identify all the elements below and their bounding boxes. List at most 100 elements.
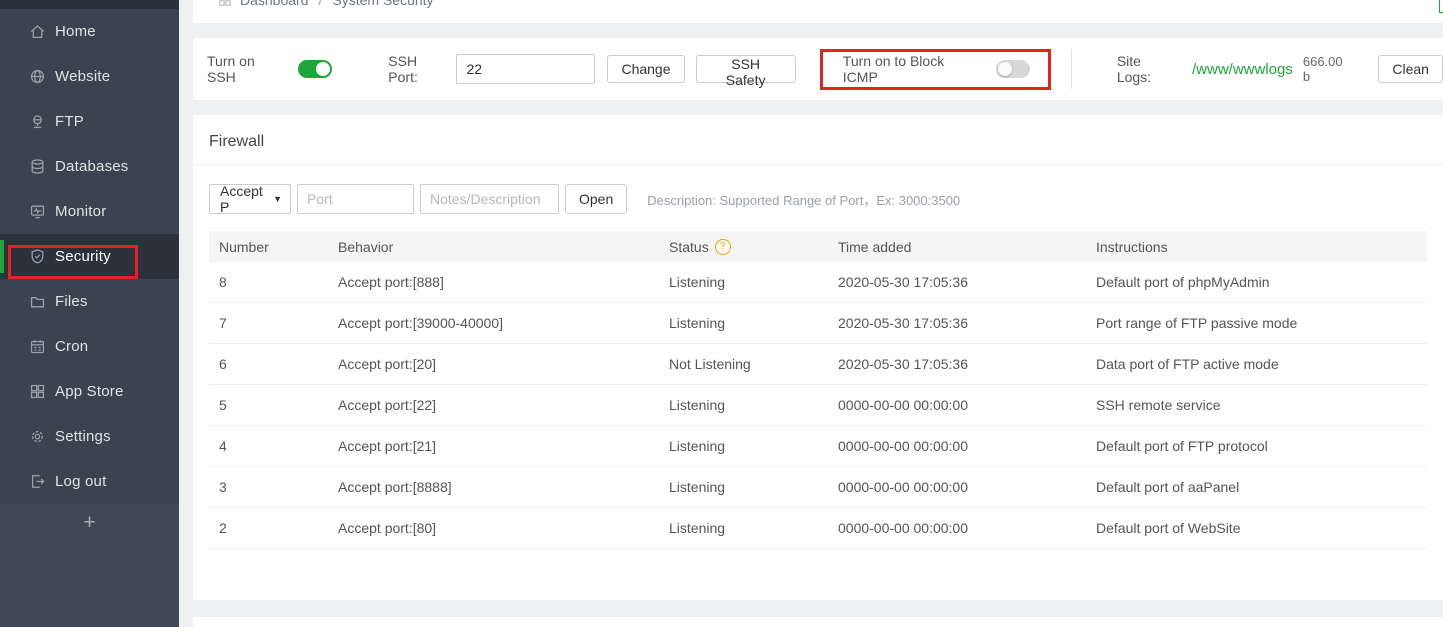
cell-time: 0000-00-00 00:00:00	[828, 438, 1086, 454]
table-row: 8 Accept port:[888] Listening 2020-05-30…	[209, 262, 1427, 303]
vertical-divider	[1071, 49, 1072, 89]
ssh-toggle-label: Turn on SSH	[207, 53, 287, 85]
cell-number: 4	[209, 438, 328, 454]
ssh-port-label: SSH Port:	[388, 53, 450, 85]
header-status-label: Status	[669, 239, 709, 255]
cell-instructions: Default port of aaPanel	[1086, 479, 1427, 495]
sidebar-item-label: FTP	[55, 113, 84, 130]
breadcrumb-bar: Dashboard / System Security	[193, 0, 1443, 23]
cell-time: 2020-05-30 17:05:36	[828, 274, 1086, 290]
cell-time: 0000-00-00 00:00:00	[828, 397, 1086, 413]
database-icon	[29, 158, 46, 175]
cell-number: 5	[209, 397, 328, 413]
firewall-table: Number Behavior Status ? Time added Inst…	[209, 231, 1427, 549]
sidebar-item-monitor[interactable]: Monitor	[0, 189, 179, 234]
site-logs-path-link[interactable]: /www/wwwlogs	[1192, 61, 1293, 78]
grid-icon	[29, 383, 46, 400]
sidebar-item-label: Website	[55, 68, 110, 85]
cell-number: 2	[209, 520, 328, 536]
cell-instructions: Data port of FTP active mode	[1086, 356, 1427, 372]
clean-logs-button[interactable]: Clean	[1378, 55, 1443, 83]
table-row: 2 Accept port:[80] Listening 0000-00-00 …	[209, 508, 1427, 549]
sidebar-item-databases[interactable]: Databases	[0, 144, 179, 189]
table-row: 7 Accept port:[39000-40000] Listening 20…	[209, 303, 1427, 344]
port-input[interactable]	[297, 184, 414, 214]
sidebar-item-security[interactable]: Security	[0, 234, 179, 279]
search-logs-input[interactable]	[1439, 0, 1443, 13]
ftp-icon	[29, 113, 46, 130]
chevron-down-icon: ▼	[273, 194, 282, 204]
sidebar-item-settings[interactable]: Settings	[0, 414, 179, 459]
cell-instructions: Port range of FTP passive mode	[1086, 315, 1427, 331]
sidebar-menu: Home Website FTP Databases Monitor Secur…	[0, 9, 179, 504]
sidebar-item-home[interactable]: Home	[0, 9, 179, 54]
cell-number: 6	[209, 356, 328, 372]
add-shortcut-button[interactable]: +	[0, 508, 179, 538]
gear-icon	[29, 428, 46, 445]
cell-time: 2020-05-30 17:05:36	[828, 315, 1086, 331]
cell-behavior: Accept port:[888]	[328, 274, 659, 290]
breadcrumb-current-page: System Security	[332, 0, 433, 8]
calendar-icon	[29, 338, 46, 355]
icmp-toggle[interactable]	[996, 60, 1030, 78]
annotation-box-icmp: Turn on to Block ICMP	[820, 49, 1051, 90]
sidebar-item-ftp[interactable]: FTP	[0, 99, 179, 144]
dashboard-grid-icon	[218, 0, 232, 7]
sidebar-item-label: Home	[55, 23, 96, 40]
sidebar-item-label: Cron	[55, 338, 88, 355]
cell-status: Listening	[659, 315, 828, 331]
sidebar: Home Website FTP Databases Monitor Secur…	[0, 0, 179, 627]
accept-port-select-value: Accept P	[220, 183, 267, 215]
cell-instructions: Default port of phpMyAdmin	[1086, 274, 1427, 290]
sidebar-item-app-store[interactable]: App Store	[0, 369, 179, 414]
cell-status: Listening	[659, 479, 828, 495]
port-range-description: Description: Supported Range of Port，Ex:…	[647, 190, 960, 209]
firewall-panel: Firewall Accept P ▼ Open Description: Su…	[193, 115, 1443, 600]
sidebar-item-log-out[interactable]: Log out	[0, 459, 179, 504]
monitor-icon	[29, 203, 46, 220]
cell-status: Listening	[659, 274, 828, 290]
globe-icon	[29, 68, 46, 85]
sidebar-item-label: Monitor	[55, 203, 106, 220]
breadcrumb: Dashboard / System Security	[218, 0, 434, 8]
ssh-safety-button[interactable]: SSH Safety	[696, 55, 796, 83]
header-instructions: Instructions	[1086, 239, 1427, 255]
firewall-form: Accept P ▼ Open Description: Supported R…	[209, 184, 1427, 214]
sidebar-item-website[interactable]: Website	[0, 54, 179, 99]
sidebar-logo-strip	[0, 0, 179, 9]
sidebar-item-label: Log out	[55, 473, 106, 490]
header-number: Number	[209, 239, 328, 255]
sidebar-item-label: Settings	[55, 428, 111, 445]
sidebar-item-cron[interactable]: Cron	[0, 324, 179, 369]
icmp-toggle-label: Turn on to Block ICMP	[843, 53, 983, 85]
cell-instructions: Default port of FTP protocol	[1086, 438, 1427, 454]
ssh-port-input[interactable]	[456, 54, 595, 84]
table-row: 5 Accept port:[22] Listening 0000-00-00 …	[209, 385, 1427, 426]
header-time-added: Time added	[828, 239, 1086, 255]
notes-input[interactable]	[420, 184, 559, 214]
cell-status: Not Listening	[659, 356, 828, 372]
next-panel-edge	[193, 617, 1443, 627]
breadcrumb-dashboard-link[interactable]: Dashboard	[240, 0, 309, 8]
table-row: 4 Accept port:[21] Listening 0000-00-00 …	[209, 426, 1427, 467]
cell-behavior: Accept port:[20]	[328, 356, 659, 372]
accept-port-select[interactable]: Accept P ▼	[209, 184, 291, 214]
site-logs-size: 666.00 b	[1303, 54, 1354, 84]
sidebar-item-files[interactable]: Files	[0, 279, 179, 324]
logout-icon	[29, 473, 46, 490]
cell-time: 2020-05-30 17:05:36	[828, 356, 1086, 372]
sidebar-item-label: Files	[55, 293, 88, 310]
header-status: Status ?	[659, 239, 828, 255]
cell-time: 0000-00-00 00:00:00	[828, 520, 1086, 536]
table-row: 6 Accept port:[20] Not Listening 2020-05…	[209, 344, 1427, 385]
ssh-toggle[interactable]	[298, 60, 332, 78]
home-icon	[29, 23, 46, 40]
change-port-button[interactable]: Change	[607, 55, 684, 83]
open-port-button[interactable]: Open	[565, 184, 627, 214]
cell-number: 7	[209, 315, 328, 331]
cell-number: 3	[209, 479, 328, 495]
shield-icon	[29, 248, 46, 265]
table-body: 8 Accept port:[888] Listening 2020-05-30…	[209, 262, 1427, 549]
cell-status: Listening	[659, 520, 828, 536]
status-help-icon[interactable]: ?	[715, 239, 731, 255]
